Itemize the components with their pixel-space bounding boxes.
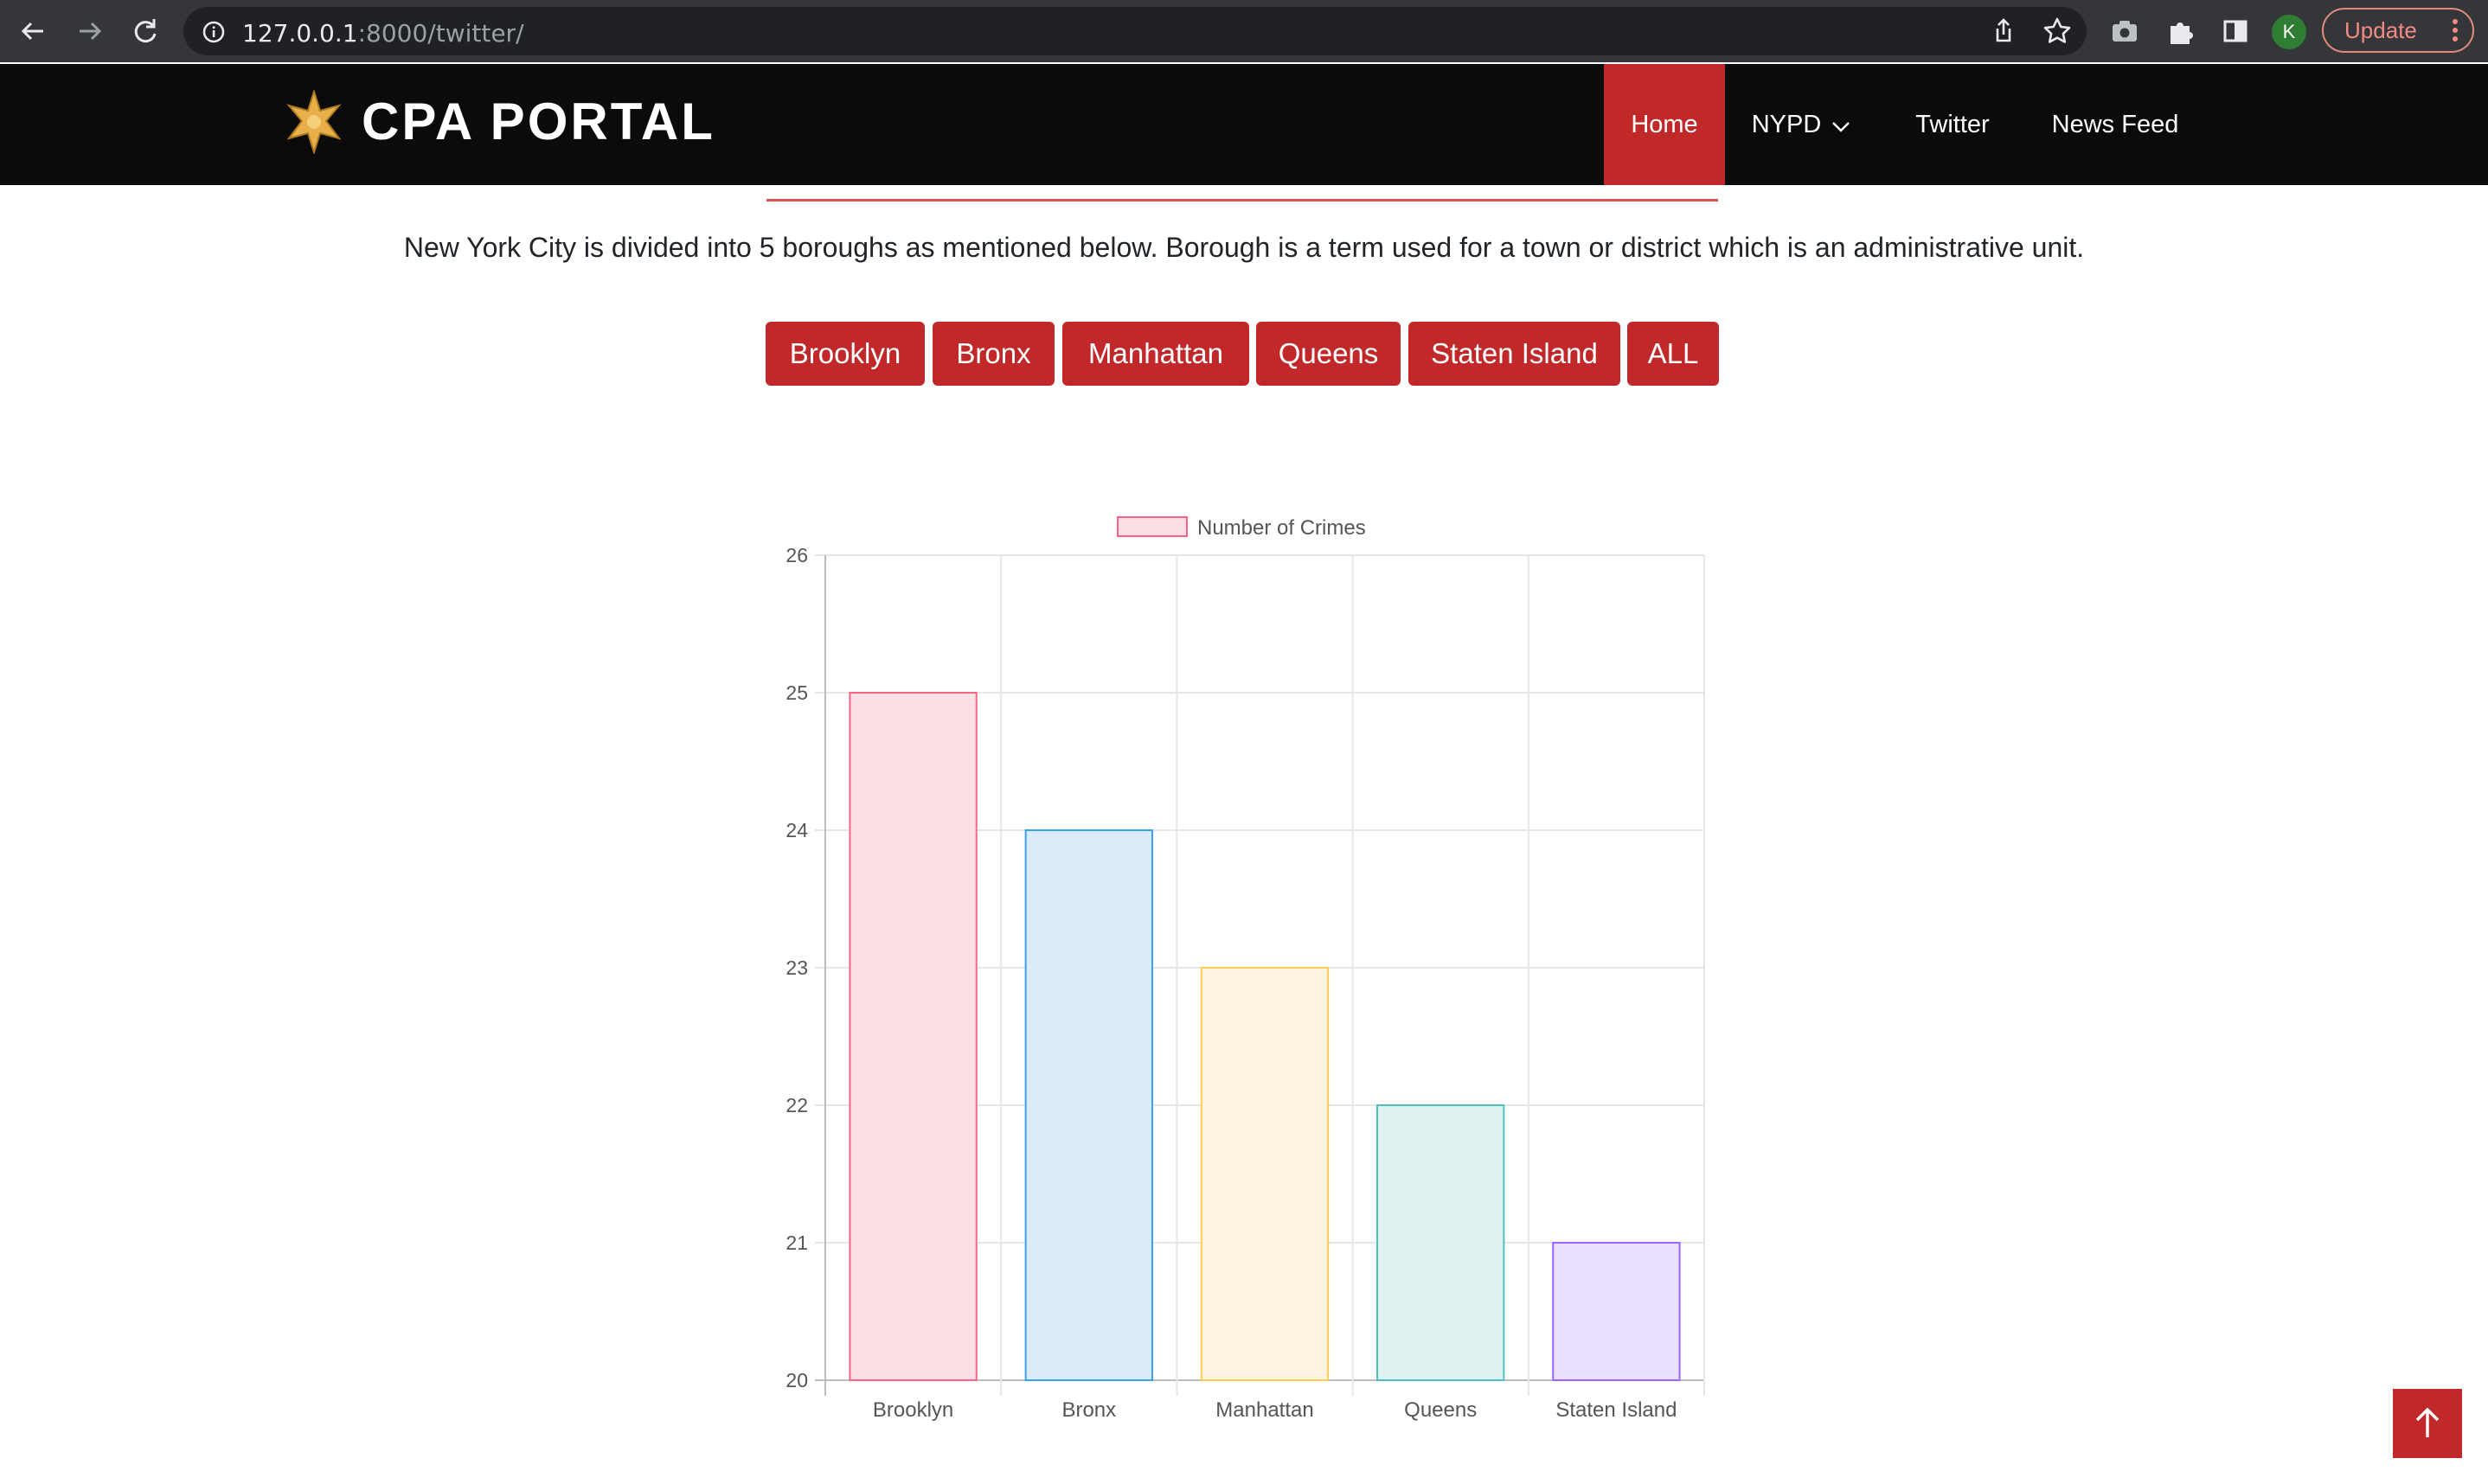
info-icon[interactable] [202, 21, 225, 48]
section-divider [766, 199, 1718, 201]
x-tick-label: Queens [1404, 1398, 1477, 1422]
x-tick-label: Brooklyn [873, 1398, 953, 1422]
nav-home-label: Home [1631, 111, 1698, 138]
y-tick-label: 21 [786, 1231, 808, 1254]
bar[interactable] [1200, 967, 1330, 1381]
scroll-top-button[interactable] [2393, 1389, 2462, 1458]
camera-icon[interactable] [2107, 14, 2142, 48]
queens-button[interactable]: Queens [1256, 322, 1401, 386]
nav-news-feed[interactable]: News Feed [2042, 64, 2189, 185]
sheriff-star-icon[interactable] [282, 88, 346, 158]
site-navbar: CPA PORTAL Home NYPD Twitter News Feed [0, 64, 2488, 185]
reload-icon[interactable] [128, 14, 163, 48]
nav-home[interactable]: Home [1604, 64, 1725, 185]
update-button[interactable]: Update [2322, 8, 2474, 53]
brooklyn-button[interactable]: Brooklyn [766, 322, 925, 386]
nav-twitter[interactable]: Twitter [1896, 64, 2009, 185]
nav-news-feed-label: News Feed [2051, 111, 2179, 138]
intro-text: New York City is divided into 5 boroughs… [403, 232, 2085, 263]
star-icon[interactable] [2040, 14, 2074, 48]
manhattan-button[interactable]: Manhattan [1062, 322, 1249, 386]
puzzle-icon[interactable] [2163, 14, 2197, 48]
url-text: 127.0.0.1:8000/twitter/ [242, 19, 524, 48]
bar[interactable] [1552, 1242, 1681, 1381]
legend-swatch[interactable] [1117, 516, 1188, 537]
browser-toolbar: 127.0.0.1:8000/twitter/ K Update [0, 0, 2488, 62]
more-menu-icon[interactable] [2450, 10, 2460, 64]
avatar[interactable]: K [2272, 15, 2306, 49]
chevron-down-icon [1831, 65, 1850, 186]
side-panel-icon[interactable] [2218, 14, 2253, 48]
forward-arrow-icon[interactable] [73, 14, 107, 48]
share-icon[interactable] [1986, 14, 2021, 48]
y-tick-label: 20 [786, 1369, 808, 1391]
bar[interactable] [1376, 1104, 1505, 1381]
x-tick-label: Staten Island [1555, 1398, 1677, 1422]
nav-twitter-label: Twitter [1915, 111, 1990, 138]
y-tick-label: 24 [786, 819, 808, 841]
y-tick-label: 26 [786, 544, 808, 566]
nav-nypd-label: NYPD [1751, 111, 1822, 138]
nav-nypd[interactable]: NYPD [1747, 64, 1855, 185]
y-tick-label: 25 [786, 681, 808, 704]
bar[interactable] [1024, 829, 1153, 1381]
y-tick-label: 22 [786, 1094, 808, 1116]
back-arrow-icon[interactable] [16, 14, 50, 48]
bar[interactable] [849, 692, 978, 1381]
x-tick-label: Bronx [1061, 1398, 1116, 1422]
brand-title[interactable]: CPA PORTAL [362, 92, 715, 151]
y-tick-label: 23 [786, 956, 808, 979]
arrow-up-icon [2415, 1407, 2440, 1437]
crime-bar-chart: 20 21 22 23 24 25 26 Brooklyn Bronx Manhattan Quee… [786, 516, 1705, 1422]
staten-island-button[interactable]: Staten Island [1408, 322, 1620, 386]
x-tick-label: Manhattan [1215, 1398, 1313, 1422]
legend-label[interactable]: Number of Crimes [1197, 516, 1366, 540]
update-label: Update [2344, 17, 2417, 43]
all-button[interactable]: ALL [1627, 322, 1719, 386]
bronx-button[interactable]: Bronx [933, 322, 1055, 386]
address-bar[interactable]: 127.0.0.1:8000/twitter/ [183, 7, 2087, 55]
